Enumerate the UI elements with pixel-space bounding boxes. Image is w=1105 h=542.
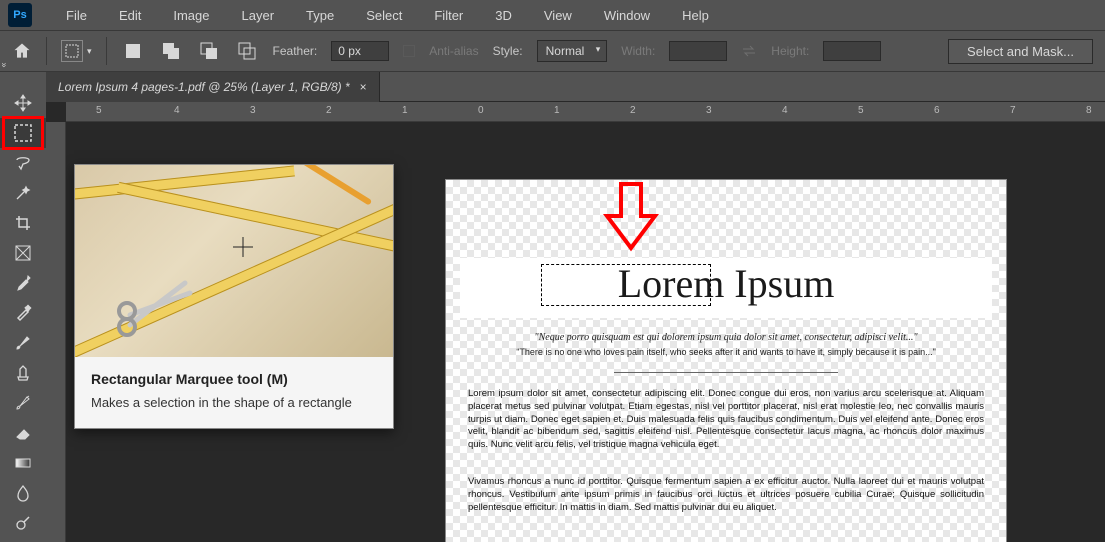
tooltip-description: Makes a selection in the shape of a rect… <box>91 395 377 410</box>
add-selection-icon[interactable] <box>159 39 183 63</box>
style-select[interactable]: Normal <box>537 40 608 62</box>
marquee-tool[interactable] <box>0 118 46 148</box>
document-page: Lorem Ipsum "Neque porro quisquam est qu… <box>446 180 1006 542</box>
gradient-tool[interactable] <box>0 448 46 478</box>
document-title: Lorem Ipsum <box>446 260 1006 307</box>
menu-image[interactable]: Image <box>159 4 223 27</box>
subtract-selection-icon[interactable] <box>197 39 221 63</box>
tool-preset-picker[interactable]: ▾ <box>61 40 92 62</box>
document-tab-bar: Lorem Ipsum 4 pages-1.pdf @ 25% (Layer 1… <box>46 72 1105 102</box>
scissors-icon <box>115 265 225 345</box>
height-input <box>823 41 881 61</box>
highlight-annotation <box>2 116 44 150</box>
app-logo: Ps <box>8 3 32 27</box>
width-label: Width: <box>621 44 655 58</box>
tools-panel <box>0 72 46 542</box>
lasso-tool[interactable] <box>0 148 46 178</box>
document-subquote: "There is no one who loves pain itself, … <box>446 347 1006 357</box>
separator <box>46 37 47 65</box>
clone-stamp-tool[interactable] <box>0 358 46 388</box>
blur-tool[interactable] <box>0 478 46 508</box>
frame-tool[interactable] <box>0 238 46 268</box>
magic-wand-tool[interactable] <box>0 178 46 208</box>
tab-title: Lorem Ipsum 4 pages-1.pdf @ 25% (Layer 1… <box>58 80 350 94</box>
expand-tools-icon[interactable] <box>0 74 14 88</box>
marquee-selection[interactable] <box>541 264 711 306</box>
width-input <box>669 41 727 61</box>
eraser-tool[interactable] <box>0 418 46 448</box>
options-bar: ▾ Feather: Anti-alias Style: Normal Widt… <box>0 30 1105 72</box>
paragraph-1: Lorem ipsum dolor sit amet, consectetur … <box>468 388 984 452</box>
menu-bar: Ps File Edit Image Layer Type Select Fil… <box>0 0 1105 30</box>
swap-icon <box>741 43 757 59</box>
feather-input[interactable] <box>331 41 389 61</box>
document-tab[interactable]: Lorem Ipsum 4 pages-1.pdf @ 25% (Layer 1… <box>46 72 380 102</box>
history-brush-tool[interactable] <box>0 388 46 418</box>
style-label: Style: <box>493 44 523 58</box>
crop-tool[interactable] <box>0 208 46 238</box>
menu-help[interactable]: Help <box>668 4 723 27</box>
vertical-ruler[interactable] <box>46 122 66 542</box>
separator <box>106 37 107 65</box>
menu-file[interactable]: File <box>52 4 101 27</box>
dodge-tool[interactable] <box>0 508 46 538</box>
home-icon[interactable] <box>12 41 32 61</box>
move-tool[interactable] <box>0 88 46 118</box>
menu-filter[interactable]: Filter <box>420 4 477 27</box>
menu-view[interactable]: View <box>530 4 586 27</box>
antialias-checkbox <box>403 45 415 57</box>
menu-window[interactable]: Window <box>590 4 664 27</box>
document-quote: "Neque porro quisquam est qui dolorem ip… <box>446 332 1006 343</box>
tooltip-preview-image <box>75 165 393 357</box>
horizontal-ruler[interactable]: 5 4 3 2 1 0 1 2 3 4 5 6 7 8 <box>66 102 1105 122</box>
menu-3d[interactable]: 3D <box>481 4 526 27</box>
separator-line <box>614 372 838 373</box>
brush-tool[interactable] <box>0 328 46 358</box>
intersect-selection-icon[interactable] <box>235 39 259 63</box>
canvas[interactable]: Rectangular Marquee tool (M) Makes a sel… <box>66 122 1105 542</box>
antialias-label: Anti-alias <box>429 44 478 58</box>
menu-select[interactable]: Select <box>352 4 416 27</box>
close-icon[interactable]: × <box>360 80 367 94</box>
select-and-mask-button[interactable]: Select and Mask... <box>948 39 1093 64</box>
feather-label: Feather: <box>273 44 318 58</box>
height-label: Height: <box>771 44 809 58</box>
arrow-annotation <box>601 178 661 257</box>
tooltip-title: Rectangular Marquee tool (M) <box>91 371 377 387</box>
new-selection-icon[interactable] <box>121 39 145 63</box>
menu-edit[interactable]: Edit <box>105 4 155 27</box>
menu-type[interactable]: Type <box>292 4 348 27</box>
crosshair-cursor-icon <box>233 237 253 257</box>
healing-brush-tool[interactable] <box>0 298 46 328</box>
paragraph-2: Vivamus rhoncus a nunc id porttitor. Qui… <box>468 476 984 514</box>
tool-tooltip: Rectangular Marquee tool (M) Makes a sel… <box>74 164 394 429</box>
eyedropper-tool[interactable] <box>0 268 46 298</box>
menu-layer[interactable]: Layer <box>228 4 289 27</box>
